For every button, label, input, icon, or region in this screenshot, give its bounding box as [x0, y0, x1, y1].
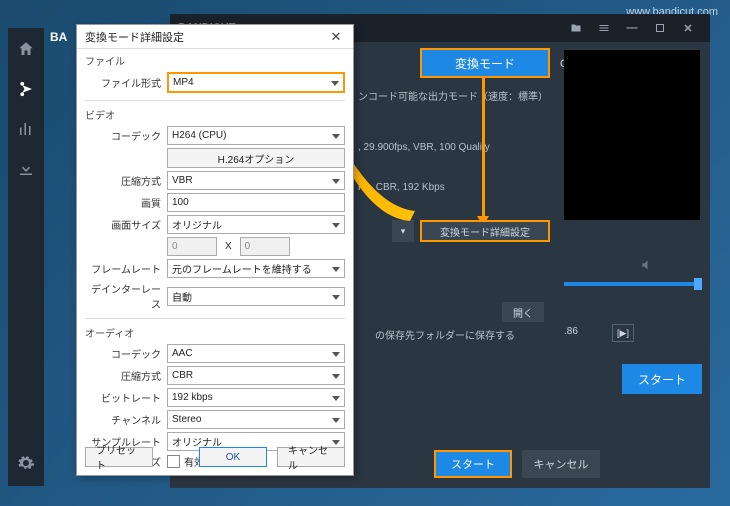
size-x: X	[225, 241, 232, 252]
video-preview	[564, 50, 700, 220]
audio-channel-select[interactable]: Stereo	[167, 410, 345, 429]
audio-compression-select[interactable]: CBR	[167, 366, 345, 385]
video-codec-label: コーデック	[85, 128, 167, 143]
video-compression-label: 圧縮方式	[85, 173, 167, 188]
maximize-icon[interactable]	[646, 18, 674, 38]
close-icon[interactable]: ✕	[674, 18, 702, 38]
video-quality-label: 画質	[85, 195, 167, 210]
conversion-mode-button[interactable]: 変換モード	[420, 48, 550, 78]
scissors-icon[interactable]	[15, 78, 37, 100]
audio-info: Hz, CBR, 192 Kbps	[358, 182, 445, 193]
deinterlace-select[interactable]: 自動	[167, 287, 345, 306]
video-codec-select[interactable]: H264 (CPU)	[167, 126, 345, 145]
audio-bitrate-label: ビットレート	[85, 390, 167, 405]
download-icon[interactable]	[15, 158, 37, 180]
dialog-titlebar: 変換モード詳細設定 ✕	[77, 25, 353, 49]
video-compression-select[interactable]: VBR	[167, 171, 345, 190]
annotation-arrow-down	[482, 78, 485, 218]
small-dropdown[interactable]: ▾	[392, 220, 414, 242]
preset-button[interactable]: プリセット	[85, 447, 153, 467]
video-height-input[interactable]: 0	[240, 237, 290, 256]
audio-codec-label: コーデック	[85, 346, 167, 361]
detail-settings-dialog: 変換モード詳細設定 ✕ ファイル ファイル形式 MP4 ビデオ コーデック H2…	[76, 24, 354, 476]
video-size-label: 画面サイズ	[85, 217, 167, 232]
seek-slider[interactable]	[564, 282, 700, 286]
file-format-label: ファイル形式	[85, 75, 167, 90]
minimize-icon[interactable]: —	[618, 18, 646, 38]
video-info: , 29.900fps, VBR, 100 Quality	[358, 142, 490, 153]
menu-icon[interactable]	[590, 18, 618, 38]
detail-settings-button[interactable]: 変換モード詳細設定	[420, 220, 550, 242]
big-start-button[interactable]: スタート	[622, 364, 702, 394]
audio-channel-label: チャンネル	[85, 412, 167, 427]
sidebar	[8, 28, 44, 486]
volume-icon[interactable]	[640, 258, 654, 277]
save-info: の保存先フォルダーに保存する	[375, 327, 515, 342]
audio-codec-select[interactable]: AAC	[167, 344, 345, 363]
deinterlace-label: デインターレース	[85, 281, 167, 311]
settings-icon[interactable]	[15, 452, 37, 474]
audio-compression-label: 圧縮方式	[85, 368, 167, 383]
seek-handle[interactable]	[694, 278, 702, 290]
audio-bitrate-select[interactable]: 192 kbps	[167, 388, 345, 407]
start-button[interactable]: スタート	[434, 450, 512, 478]
dialog-title-text: 変換モード詳細設定	[85, 29, 327, 45]
home-icon[interactable]	[15, 38, 37, 60]
dialog-close-button[interactable]: ✕	[327, 28, 345, 46]
encode-info: ンコード可能な出力モード（速度：標準）	[358, 88, 548, 103]
video-width-input[interactable]: 0	[167, 237, 217, 256]
folder-icon[interactable]	[562, 18, 590, 38]
open-button[interactable]: 開く	[502, 302, 544, 322]
file-format-select[interactable]: MP4	[167, 72, 345, 93]
group-audio: オーディオ	[85, 325, 345, 340]
video-quality-input[interactable]: 100	[167, 193, 345, 212]
group-file: ファイル	[85, 53, 345, 68]
group-video: ビデオ	[85, 107, 345, 122]
equalizer-icon[interactable]	[15, 118, 37, 140]
framerate-select[interactable]: 元のフレームレートを維持する	[167, 259, 345, 278]
framerate-label: フレームレート	[85, 261, 167, 276]
play-button[interactable]: [▶]	[612, 324, 634, 342]
cancel-button-main[interactable]: キャンセル	[522, 450, 600, 478]
timecode: .86	[564, 326, 578, 337]
video-size-select[interactable]: オリジナル	[167, 215, 345, 234]
h264-options-button[interactable]: H.264オプション	[167, 148, 345, 168]
ok-button[interactable]: OK	[199, 447, 267, 467]
cancel-button-dialog[interactable]: キャンセル	[277, 447, 345, 467]
app-title-partial: BA	[50, 30, 67, 44]
